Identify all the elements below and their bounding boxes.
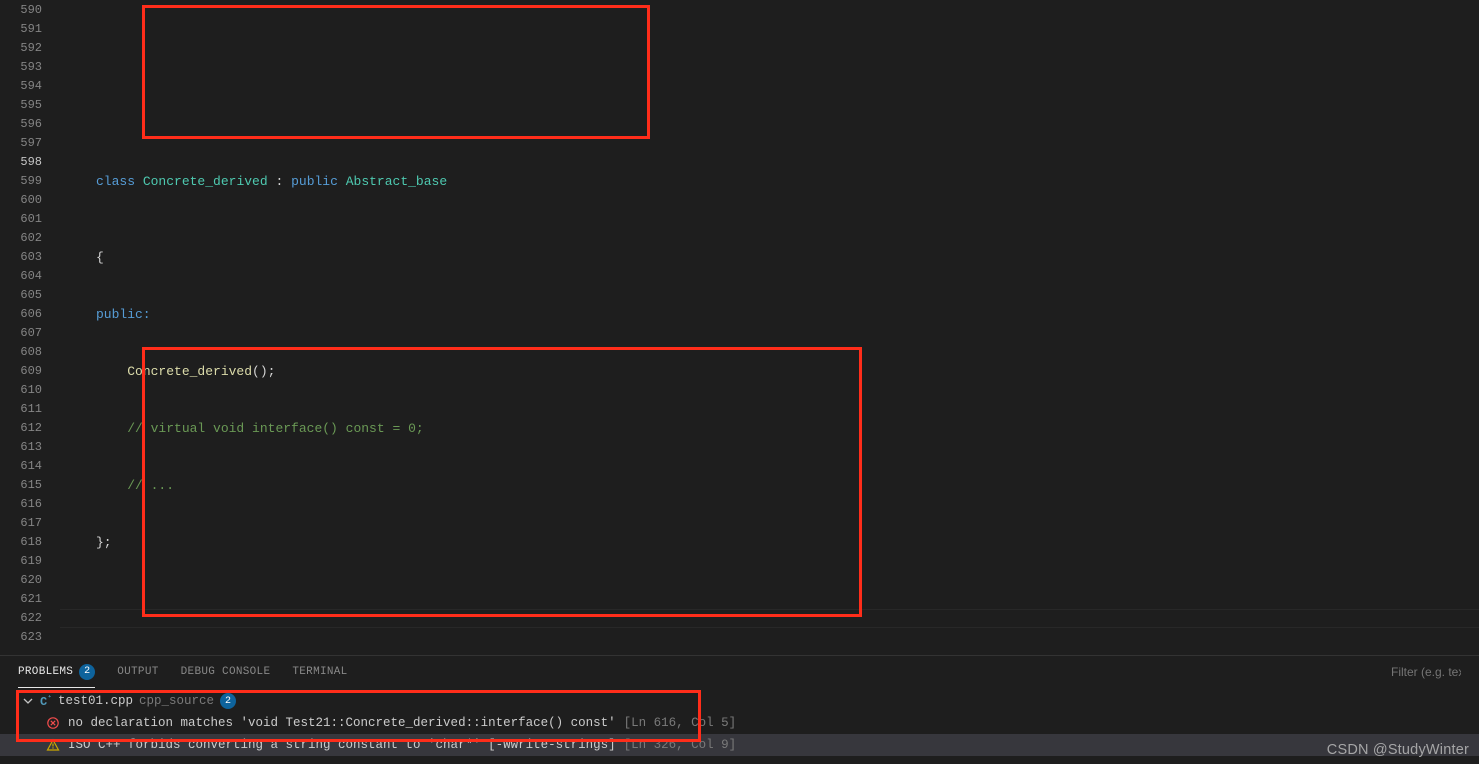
panel-tabs: PROBLEMS 2 OUTPUT DEBUG CONSOLE TERMINAL (0, 656, 1479, 688)
problems-filter-input[interactable] (1391, 665, 1461, 679)
problems-file-folder: cpp_source (139, 694, 214, 708)
bottom-panel: PROBLEMS 2 OUTPUT DEBUG CONSOLE TERMINAL… (0, 655, 1479, 764)
file-problems-count-badge: 2 (220, 693, 236, 709)
code-line[interactable]: class Concrete_derived : public Abstract… (60, 172, 1479, 191)
problems-file-row[interactable]: C⁺ test01.cpp cpp_source 2 (0, 690, 1479, 712)
code-line-active[interactable] (60, 609, 1479, 628)
watermark: CSDN @StudyWinter (1327, 742, 1469, 758)
code-line[interactable]: Concrete_derived(); (60, 362, 1479, 381)
cpp-file-icon: C⁺ (40, 693, 52, 709)
line-number-gutter: 5905915925935945955965975985996006016026… (0, 0, 60, 655)
problems-count-badge: 2 (79, 664, 95, 680)
problem-message: ISO C++ forbids converting a string cons… (68, 738, 616, 752)
tab-label: PROBLEMS (18, 666, 73, 678)
warning-icon (46, 738, 60, 752)
code-editor[interactable]: 5905915925935945955965975985996006016026… (0, 0, 1479, 655)
code-content[interactable]: class Concrete_derived : public Abstract… (60, 0, 1479, 655)
tab-problems[interactable]: PROBLEMS 2 (18, 656, 95, 688)
code-line[interactable]: // virtual void interface() const = 0; (60, 419, 1479, 438)
tab-terminal[interactable]: TERMINAL (292, 656, 347, 688)
code-line[interactable]: { (60, 248, 1479, 267)
problem-item[interactable]: ISO C++ forbids converting a string cons… (0, 734, 1479, 756)
code-line[interactable]: }; (60, 533, 1479, 552)
annotation-box (142, 5, 650, 139)
tab-output[interactable]: OUTPUT (117, 656, 158, 688)
problem-location: [Ln 616, Col 5] (624, 716, 737, 730)
tab-label: DEBUG CONSOLE (181, 666, 271, 678)
code-line[interactable] (60, 96, 1479, 115)
tab-label: TERMINAL (292, 666, 347, 678)
problem-message: no declaration matches 'void Test21::Con… (68, 716, 616, 730)
problem-item[interactable]: no declaration matches 'void Test21::Con… (0, 712, 1479, 734)
code-line[interactable]: public: (60, 305, 1479, 324)
error-icon (46, 716, 60, 730)
problem-location: [Ln 326, Col 9] (624, 738, 737, 752)
tab-debug-console[interactable]: DEBUG CONSOLE (181, 656, 271, 688)
problems-file-name: test01.cpp (58, 694, 133, 708)
problems-list: C⁺ test01.cpp cpp_source 2 no declaratio… (0, 688, 1479, 758)
chevron-down-icon (22, 695, 34, 707)
code-line[interactable]: // ... (60, 476, 1479, 495)
tab-label: OUTPUT (117, 666, 158, 678)
